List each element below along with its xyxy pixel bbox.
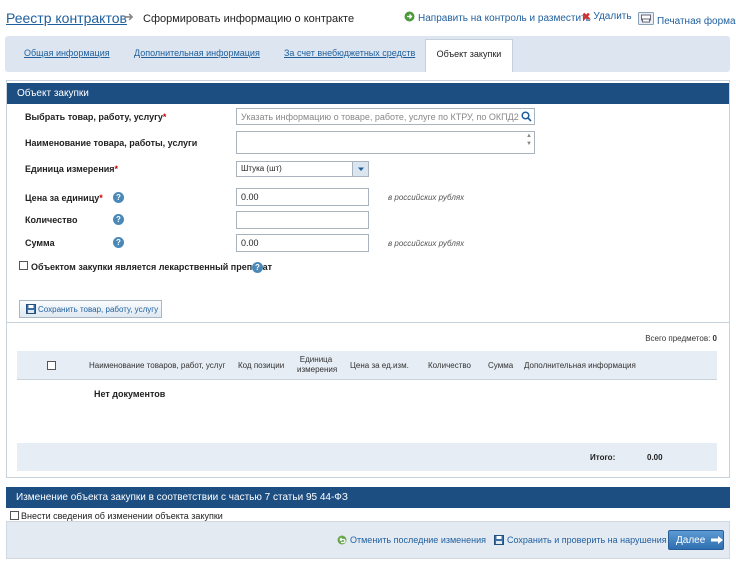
select-all-checkbox[interactable] [47, 361, 56, 370]
change-checkbox-label: Внести сведения об изменении объекта зак… [21, 511, 223, 521]
next-label: Далее [676, 535, 706, 546]
arrow-right-icon [711, 536, 724, 544]
print-form-action[interactable]: Печатная форма [638, 12, 736, 27]
section-header-change: Изменение объекта закупки в соответствии… [6, 487, 730, 508]
chevron-down-icon [358, 167, 364, 171]
procurement-object-panel: Объект закупки Выбрать товар, работу, ус… [6, 80, 730, 478]
col-sum[interactable]: Сумма [488, 361, 513, 371]
quantity-label: Количество [25, 215, 78, 225]
page-header: Реестр контрактов ➜ Сформировать информа… [0, 0, 736, 34]
breadcrumb-registry-link[interactable]: Реестр контрактов [6, 10, 127, 26]
col-quantity[interactable]: Количество [428, 361, 471, 371]
delete-label: Удалить [593, 11, 632, 22]
total-label: Итого: [590, 453, 616, 462]
empty-table-message: Нет документов [94, 389, 166, 399]
change-checkbox[interactable] [10, 511, 19, 520]
section-header-procurement-object: Объект закупки [7, 83, 729, 104]
save-and-check-action[interactable]: Сохранить и проверить на нарушения [494, 535, 667, 545]
sum-input[interactable]: 0.00 [236, 234, 369, 252]
delete-action[interactable]: ✖ Удалить [582, 11, 632, 23]
price-help-icon[interactable]: ? [113, 192, 124, 203]
col-item-name[interactable]: Наименование товаров, работ, услуг [89, 361, 225, 371]
floppy-disk-icon [26, 304, 36, 314]
undo-icon [337, 535, 347, 545]
price-currency-hint: в российских рублях [388, 193, 465, 202]
sum-currency-hint: в российских рублях [388, 239, 465, 248]
quantity-help-icon[interactable]: ? [113, 214, 124, 225]
search-icon[interactable] [521, 111, 532, 122]
col-additional-info[interactable]: Дополнительная информация [524, 361, 636, 371]
next-button[interactable]: Далее [668, 530, 724, 550]
save-item-button[interactable]: Сохранить товар, работу, услугу [19, 300, 162, 318]
table-total-row: Итого: 0.00 [17, 443, 717, 471]
table-header-row: Наименование товаров, работ, услуг Код п… [17, 351, 717, 380]
save-and-check-label: Сохранить и проверить на нарушения [507, 535, 667, 545]
printer-icon [638, 12, 654, 25]
send-to-control-action[interactable]: Направить на контроль и разместить [404, 11, 591, 24]
item-search-input[interactable]: Указать информацию о товаре, работе, усл… [236, 108, 535, 125]
textarea-scroll-arrows-icon[interactable]: ▲ ▼ [526, 132, 532, 148]
send-icon [404, 11, 415, 22]
items-table: Всего предметов: 0 Наименование товаров,… [7, 322, 729, 478]
total-items-count: Всего предметов: 0 [645, 334, 717, 343]
drug-checkbox[interactable] [19, 261, 28, 270]
tab-additional-info[interactable]: Дополнительная информация [134, 48, 260, 58]
tab-extrabudgetary-funds[interactable]: За счет внебюджетных средств [284, 48, 415, 58]
print-form-label: Печатная форма [657, 16, 736, 27]
item-search-placeholder: Указать информацию о товаре, работе, усл… [241, 112, 519, 122]
total-value: 0.00 [647, 453, 663, 462]
col-position-code[interactable]: Код позиции [238, 361, 284, 371]
cancel-changes-label: Отменить последние изменения [350, 535, 487, 545]
cancel-changes-action[interactable]: Отменить последние изменения [337, 535, 486, 545]
send-to-control-label: Направить на контроль и разместить [418, 13, 591, 24]
unit-select-toggle[interactable] [352, 162, 368, 176]
drug-checkbox-label: Объектом закупки является лекарственный … [31, 262, 273, 272]
unit-select[interactable]: Штука (шт) [236, 161, 369, 177]
tab-bar: Общая информация Дополнительная информац… [5, 36, 730, 72]
col-unit[interactable]: Единица измерения [297, 355, 337, 375]
tab-procurement-object[interactable]: Объект закупки [425, 39, 513, 72]
sum-help-icon[interactable]: ? [113, 237, 124, 248]
col-unit-price[interactable]: Цена за ед.изм. [350, 361, 409, 371]
page-title: Сформировать информацию о контракте [143, 13, 355, 25]
sum-label: Сумма [25, 238, 55, 248]
price-label: Цена за единицу* [25, 193, 103, 203]
quantity-input[interactable] [236, 211, 369, 229]
item-name-textarea[interactable] [236, 131, 535, 154]
delete-icon: ✖ [582, 12, 591, 23]
breadcrumb-arrow-icon: ➜ [123, 9, 134, 24]
save-item-label: Сохранить товар, работу, услугу [38, 305, 159, 314]
select-item-label: Выбрать товар, работу, услугу* [25, 112, 167, 122]
price-input[interactable]: 0.00 [236, 188, 369, 206]
unit-label: Единица измерения* [25, 164, 119, 174]
drug-help-icon[interactable]: ? [252, 262, 263, 273]
item-name-label: Наименование товара, работы, услуги [25, 138, 198, 148]
footer-actions: Отменить последние изменения Сохранить и… [6, 521, 730, 559]
floppy-disk-icon [494, 535, 504, 545]
tab-general-info[interactable]: Общая информация [24, 48, 110, 58]
